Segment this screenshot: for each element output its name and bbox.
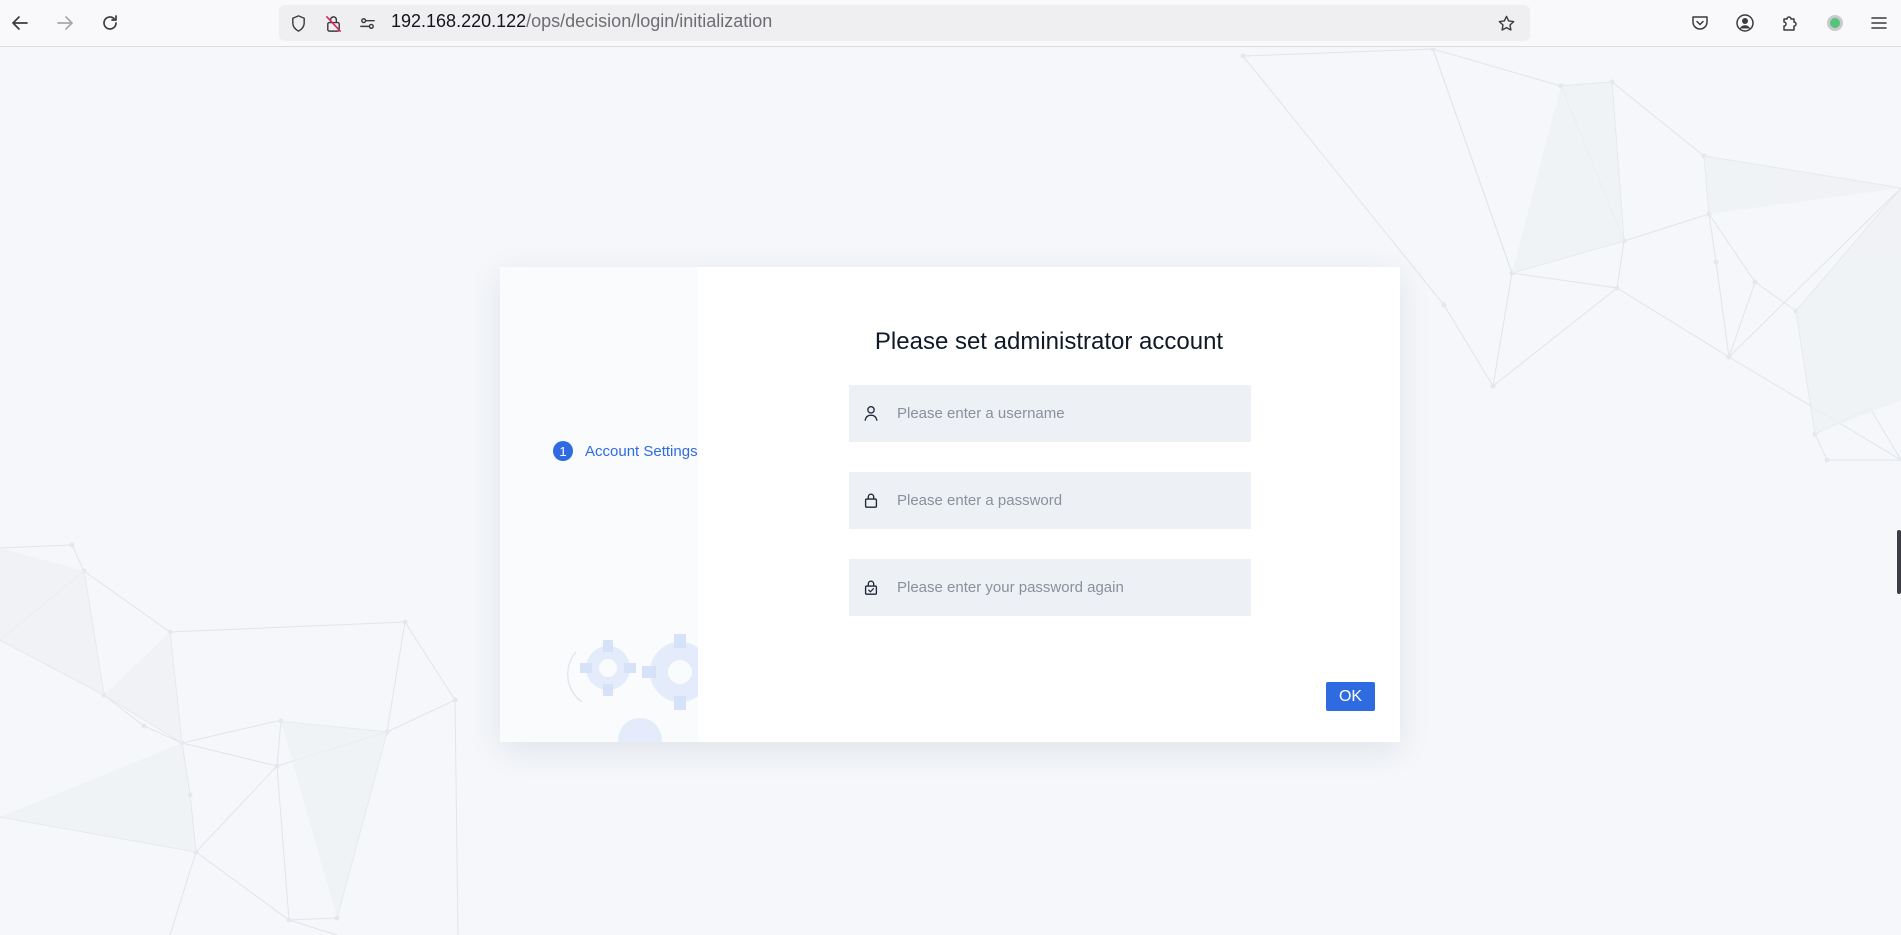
arrow-right-icon (57, 16, 73, 30)
account-button[interactable] (1731, 9, 1759, 37)
extensions-button[interactable] (1775, 9, 1803, 37)
puzzle-icon (1783, 16, 1797, 31)
setup-dialog: 1 Account Settings Please set administra… (500, 267, 1400, 742)
url-host: 192.168.220.122 (391, 11, 527, 31)
ok-button[interactable]: OK (1326, 682, 1375, 711)
profile-button[interactable] (1821, 9, 1849, 37)
reload-button[interactable] (96, 9, 124, 37)
step-number-badge: 1 (553, 441, 573, 461)
username-input[interactable] (897, 385, 1237, 442)
bookmark-star-icon[interactable] (1496, 13, 1516, 33)
steps-sidebar: 1 Account Settings (500, 267, 698, 742)
lock-check-icon (861, 577, 881, 597)
password-field[interactable] (849, 472, 1251, 529)
url-text[interactable]: 192.168.220.122/ops/decision/login/initi… (391, 11, 772, 32)
confirm-password-input[interactable] (897, 559, 1237, 616)
reload-icon (103, 15, 117, 30)
back-button[interactable] (6, 9, 34, 37)
browser-toolbar: 192.168.220.122/ops/decision/login/initi… (0, 0, 1901, 47)
confirm-password-field[interactable] (849, 559, 1251, 616)
profile-dot-icon (1827, 15, 1843, 31)
forward-button[interactable] (51, 9, 79, 37)
permissions-icon[interactable] (357, 13, 377, 33)
account-icon (1736, 14, 1754, 32)
menu-button[interactable] (1865, 9, 1893, 37)
lock-icon (861, 490, 881, 510)
pocket-icon (1692, 16, 1708, 30)
user-icon (861, 403, 881, 423)
pocket-button[interactable] (1686, 9, 1714, 37)
password-input[interactable] (897, 472, 1237, 529)
step-label: Account Settings (585, 442, 698, 460)
url-path: /ops/decision/login/initialization (526, 11, 773, 31)
arrow-left-icon (12, 16, 28, 30)
hamburger-icon (1871, 17, 1887, 29)
username-field[interactable] (849, 385, 1251, 442)
shield-icon[interactable] (288, 13, 308, 33)
dialog-title: Please set administrator account (874, 328, 1224, 355)
scrollbar-thumb[interactable] (1897, 530, 1901, 594)
insecure-lock-icon[interactable] (323, 13, 343, 33)
gears-illustration-icon (566, 634, 698, 742)
step-account-settings: 1 Account Settings (553, 441, 698, 461)
